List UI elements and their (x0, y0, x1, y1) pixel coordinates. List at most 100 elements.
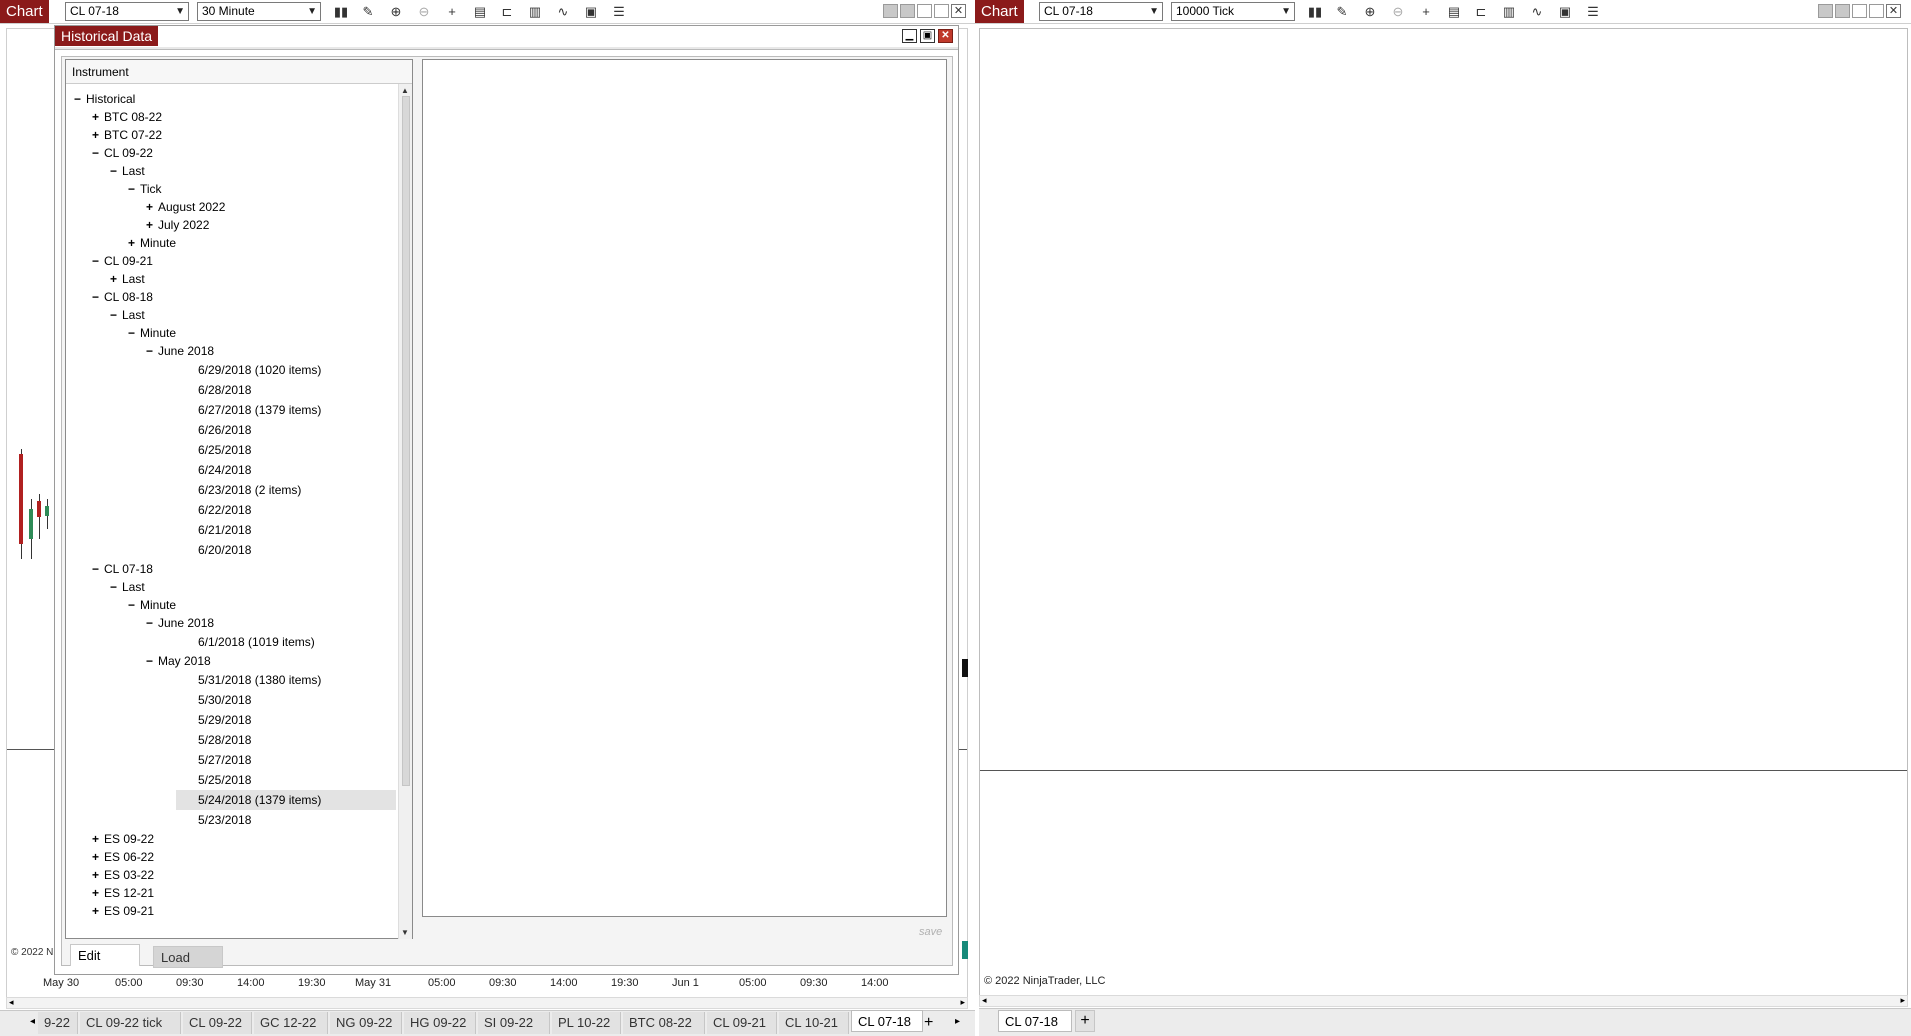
tree-leaf[interactable]: 6/29/2018 (1020 items) (176, 360, 396, 380)
bars-type-icon[interactable]: ▮▮ (1307, 4, 1323, 20)
indicators-icon[interactable]: ∿ (1529, 4, 1545, 20)
tree-leaf[interactable]: 5/29/2018 (176, 710, 396, 730)
collapse-icon[interactable]: − (92, 288, 104, 306)
tree-node[interactable]: − Last (110, 578, 145, 596)
tree-node[interactable]: − Last (110, 306, 145, 324)
tree-leaf[interactable]: 5/28/2018 (176, 730, 396, 750)
bottom-tab[interactable]: GC 12-22 (254, 1012, 328, 1034)
tree-leaf[interactable]: 6/26/2018 (176, 420, 396, 440)
tree-node[interactable]: + ES 09-22 (92, 830, 154, 848)
tree-node[interactable]: − Tick (128, 180, 162, 198)
expand-icon[interactable]: + (92, 884, 104, 902)
tree-leaf[interactable]: 6/28/2018 (176, 380, 396, 400)
tab-load[interactable]: Load (153, 946, 223, 968)
tree-leaf[interactable]: 6/27/2018 (1379 items) (176, 400, 396, 420)
tree-node[interactable]: + ES 06-22 (92, 848, 154, 866)
right-chart-panel[interactable]: © 2022 NinjaTrader, LLC (979, 28, 1908, 1003)
expand-icon[interactable]: + (92, 830, 104, 848)
tree-node[interactable]: − CL 07-18 (92, 560, 153, 578)
collapse-icon[interactable]: − (110, 578, 122, 596)
crosshair-icon[interactable]: + (1418, 4, 1434, 20)
close-icon[interactable]: ✕ (1886, 4, 1901, 18)
collapse-icon[interactable]: − (110, 306, 122, 324)
expand-icon[interactable]: + (146, 198, 158, 216)
tab-edit[interactable]: Edit (70, 944, 140, 966)
left-horizontal-scrollbar[interactable]: ◂ ▸ (6, 997, 968, 1009)
tree-leaf[interactable]: 6/24/2018 (176, 460, 396, 480)
collapse-icon[interactable]: − (128, 596, 140, 614)
strategies-icon[interactable]: ▥ (527, 4, 543, 20)
scroll-thumb[interactable] (402, 96, 410, 786)
right-chart-title[interactable]: Chart (975, 0, 1024, 23)
expand-icon[interactable]: + (110, 270, 122, 288)
right-instrument-select[interactable]: CL 07-18 ▼ (1039, 2, 1163, 21)
tree-leaf[interactable]: 6/25/2018 (176, 440, 396, 460)
save-button[interactable]: save (919, 926, 942, 938)
tree-leaf[interactable]: 6/20/2018 (176, 540, 396, 560)
tree-node[interactable]: − June 2018 (146, 342, 214, 360)
maximize-icon[interactable]: ▣ (920, 29, 935, 43)
zoom-in-icon[interactable]: ⊕ (1362, 4, 1378, 20)
tree-node[interactable]: + Last (110, 270, 145, 288)
bottom-tab[interactable]: BTC 08-22 (623, 1012, 705, 1034)
dialog-title[interactable]: Historical Data (55, 26, 159, 46)
crosshair-icon[interactable]: + (444, 4, 460, 20)
bars-type-icon[interactable]: ▮▮ (333, 4, 349, 20)
left-window-btn-1[interactable] (883, 4, 898, 18)
tree-leaf[interactable]: 6/22/2018 (176, 500, 396, 520)
minimize-icon[interactable] (917, 4, 932, 18)
collapse-icon[interactable]: − (146, 652, 158, 670)
tree-node[interactable]: + ES 03-22 (92, 866, 154, 884)
add-tab-button[interactable]: + (924, 1013, 933, 1033)
tree-scrollbar[interactable]: ▲ ▼ (398, 84, 412, 939)
right-interval-select[interactable]: 10000 Tick ▼ (1171, 2, 1295, 21)
collapse-icon[interactable]: − (128, 180, 140, 198)
left-interval-select[interactable]: 30 Minute ▼ (197, 2, 321, 21)
collapse-icon[interactable]: − (128, 324, 140, 342)
scroll-right-icon[interactable]: ▸ (955, 1016, 960, 1027)
bottom-tab[interactable]: CL 09-21 (707, 1012, 777, 1034)
tree-node[interactable]: + BTC 07-22 (92, 126, 162, 144)
collapse-icon[interactable]: − (74, 90, 86, 108)
bottom-tab[interactable]: CL 07-18 (851, 1010, 923, 1032)
instrument-link-icon[interactable]: ⊏ (499, 4, 515, 20)
bottom-tab[interactable]: SI 09-22 (478, 1012, 550, 1034)
scroll-up-icon[interactable]: ▲ (401, 86, 409, 95)
expand-icon[interactable]: + (92, 108, 104, 126)
right-add-tab-button[interactable]: + (1075, 1010, 1095, 1032)
tree-leaf[interactable]: 5/24/2018 (1379 items) (176, 790, 396, 810)
expand-icon[interactable]: + (92, 848, 104, 866)
expand-icon[interactable]: + (128, 234, 140, 252)
right-tab-cl-07-18[interactable]: CL 07-18 (998, 1010, 1072, 1032)
strategies-icon[interactable]: ▥ (1501, 4, 1517, 20)
properties-icon[interactable]: ☰ (611, 4, 627, 20)
close-icon[interactable]: ✕ (951, 4, 966, 18)
bottom-tab[interactable]: PL 10-22 (552, 1012, 621, 1034)
zoom-in-icon[interactable]: ⊕ (388, 4, 404, 20)
drawing-tool-icon[interactable]: ✎ (360, 4, 376, 20)
minimize-icon[interactable] (1852, 4, 1867, 18)
drawing-tool-icon[interactable]: ✎ (1334, 4, 1350, 20)
bottom-tab[interactable]: NG 09-22 (330, 1012, 402, 1034)
left-window-btn-2[interactable] (900, 4, 915, 18)
expand-icon[interactable]: + (92, 866, 104, 884)
collapse-icon[interactable]: − (92, 560, 104, 578)
collapse-icon[interactable]: − (92, 144, 104, 162)
tree-leaf[interactable]: 6/1/2018 (1019 items) (176, 632, 396, 652)
collapse-icon[interactable]: − (110, 162, 122, 180)
data-box-icon[interactable]: ▤ (472, 4, 488, 20)
tree-node[interactable]: − CL 08-18 (92, 288, 153, 306)
maximize-icon[interactable] (1869, 4, 1884, 18)
expand-icon[interactable]: + (92, 902, 104, 920)
data-box-icon[interactable]: ▤ (1446, 4, 1462, 20)
scroll-left-icon[interactable]: ◂ (9, 997, 14, 1008)
tree-node[interactable]: − CL 09-21 (92, 252, 153, 270)
tree-leaf[interactable]: 5/27/2018 (176, 750, 396, 770)
scroll-left-icon[interactable]: ◂ (30, 1016, 35, 1027)
tree-node[interactable]: + ES 09-21 (92, 902, 154, 920)
scroll-right-icon[interactable]: ▸ (1900, 995, 1905, 1006)
tree-node[interactable]: − CL 09-22 (92, 144, 153, 162)
tree-leaf[interactable]: 5/23/2018 (176, 810, 396, 830)
tree-leaf[interactable]: 5/31/2018 (1380 items) (176, 670, 396, 690)
minimize-icon[interactable]: ▁ (902, 29, 917, 43)
